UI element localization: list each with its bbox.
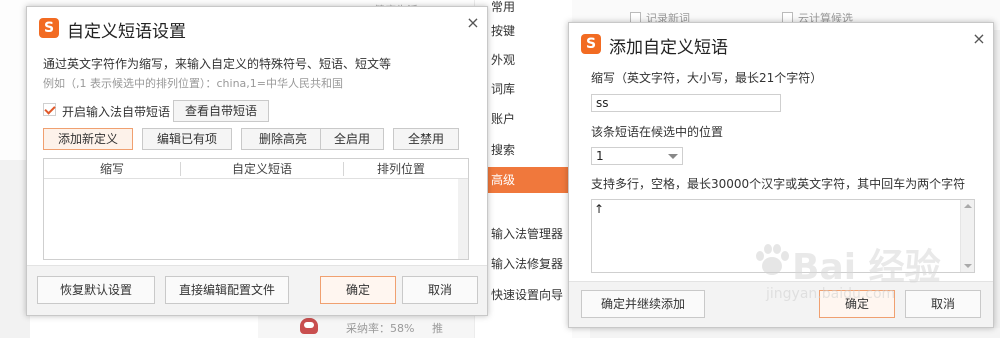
mascot-icon — [300, 318, 318, 334]
edit-existing-button[interactable]: 编辑已有项 — [142, 128, 232, 150]
dialog-footer: 确定并继续添加 确定 取消 — [569, 281, 993, 327]
background-bottom-bar — [590, 328, 1000, 338]
dialog-title: 添加自定义短语 — [609, 38, 728, 58]
close-icon[interactable]: × — [971, 31, 987, 47]
ok-button[interactable]: 确定 — [819, 290, 895, 318]
enable-builtin-phrases-checkbox[interactable] — [43, 103, 56, 116]
sidebar-item-account[interactable]: 账户 — [475, 106, 573, 132]
sogou-logo-icon: S — [39, 18, 59, 38]
ok-and-continue-button[interactable]: 确定并继续添加 — [581, 290, 705, 318]
truncated-label: 推 — [432, 322, 443, 335]
add-custom-phrase-dialog: S 添加自定义短语 × 缩写（英文字符，大小写，最长21个字符） ss 该条短语… — [568, 22, 994, 328]
dialog-footer: 恢复默认设置 直接编辑配置文件 确定 取消 — [27, 265, 487, 315]
sidebar-item-keys[interactable]: 按键 — [475, 18, 573, 44]
description-text: 通过英文字符作为缩写，来输入自定义的特殊符号、短语、短文等 — [43, 57, 392, 71]
dialog-titlebar: S 添加自定义短语 × — [569, 23, 993, 63]
sogou-logo-icon: S — [581, 34, 601, 54]
view-builtin-phrases-button[interactable]: 查看自带短语 — [173, 100, 269, 122]
sidebar-item-appearance[interactable]: 外观 — [475, 47, 573, 73]
sidebar-item-search[interactable]: 搜索 — [475, 137, 573, 163]
enable-builtin-phrases-label: 开启输入法自带短语 — [62, 105, 171, 119]
add-new-definition-button[interactable]: 添加新定义 — [43, 128, 133, 150]
phrase-content-value: ↑ — [594, 202, 605, 216]
abbreviation-input[interactable]: ss — [591, 94, 781, 112]
chevron-down-icon — [668, 154, 678, 159]
phrase-table: 缩写 自定义短语 排列位置 — [43, 158, 469, 260]
textarea-scrollbar[interactable] — [960, 200, 974, 272]
sidebar-item-ime-manager[interactable]: 输入法管理器 — [475, 221, 573, 247]
phrase-table-header: 缩写 自定义短语 排列位置 — [44, 159, 468, 179]
sidebar-item-quick-setup[interactable]: 快速设置向导 — [475, 282, 573, 308]
cancel-button[interactable]: 取消 — [402, 276, 478, 304]
settings-sidebar: 常用 按键 外观 词库 账户 搜索 高级 输入法管理器 输入法修复器 快速设置向… — [474, 0, 573, 338]
position-select[interactable]: 1 — [591, 147, 683, 165]
column-custom-phrase[interactable]: 自定义短语 — [181, 159, 343, 179]
position-label: 该条短语在候选中的位置 — [591, 125, 724, 139]
cancel-button[interactable]: 取消 — [905, 290, 981, 318]
enable-all-button[interactable]: 全启用 — [320, 128, 384, 150]
sidebar-item-ime-repair[interactable]: 输入法修复器 — [475, 251, 573, 277]
example-text: 例如（,1 表示候选中的排列位置）：china,1=中华人民共和国 — [43, 77, 343, 90]
dialog-title: 自定义短语设置 — [67, 22, 186, 42]
position-select-value: 1 — [596, 149, 604, 163]
content-label: 支持多行，空格，最长30000个汉字或英文字符，其中回车为两个字符 — [591, 177, 966, 191]
restore-defaults-button[interactable]: 恢复默认设置 — [37, 276, 155, 304]
sidebar-item-dictionary[interactable]: 词库 — [475, 76, 573, 102]
ok-button[interactable]: 确定 — [320, 276, 396, 304]
custom-phrase-settings-dialog: S 自定义短语设置 × 通过英文字符作为缩写，来输入自定义的特殊符号、短语、短文… — [26, 6, 488, 316]
close-icon[interactable]: × — [465, 15, 481, 31]
edit-config-file-button[interactable]: 直接编辑配置文件 — [165, 276, 289, 304]
sidebar-item-advanced[interactable]: 高级 — [475, 167, 573, 193]
sidebar-item-common[interactable]: 常用 — [475, 0, 573, 20]
column-position[interactable]: 排列位置 — [344, 159, 458, 179]
adoption-rate-label: 采纳率：58% — [346, 322, 415, 335]
abbreviation-label: 缩写（英文字符，大小写，最长21个字符） — [591, 71, 823, 85]
column-abbreviation[interactable]: 缩写 — [44, 159, 180, 179]
delete-highlighted-button[interactable]: 删除高亮 — [241, 128, 325, 150]
dialog-titlebar: S 自定义短语设置 × — [27, 7, 487, 47]
disable-all-button[interactable]: 全禁用 — [393, 128, 459, 150]
phrase-content-textarea[interactable]: ↑ — [591, 199, 975, 273]
phrase-table-scrollbar[interactable] — [458, 179, 468, 259]
